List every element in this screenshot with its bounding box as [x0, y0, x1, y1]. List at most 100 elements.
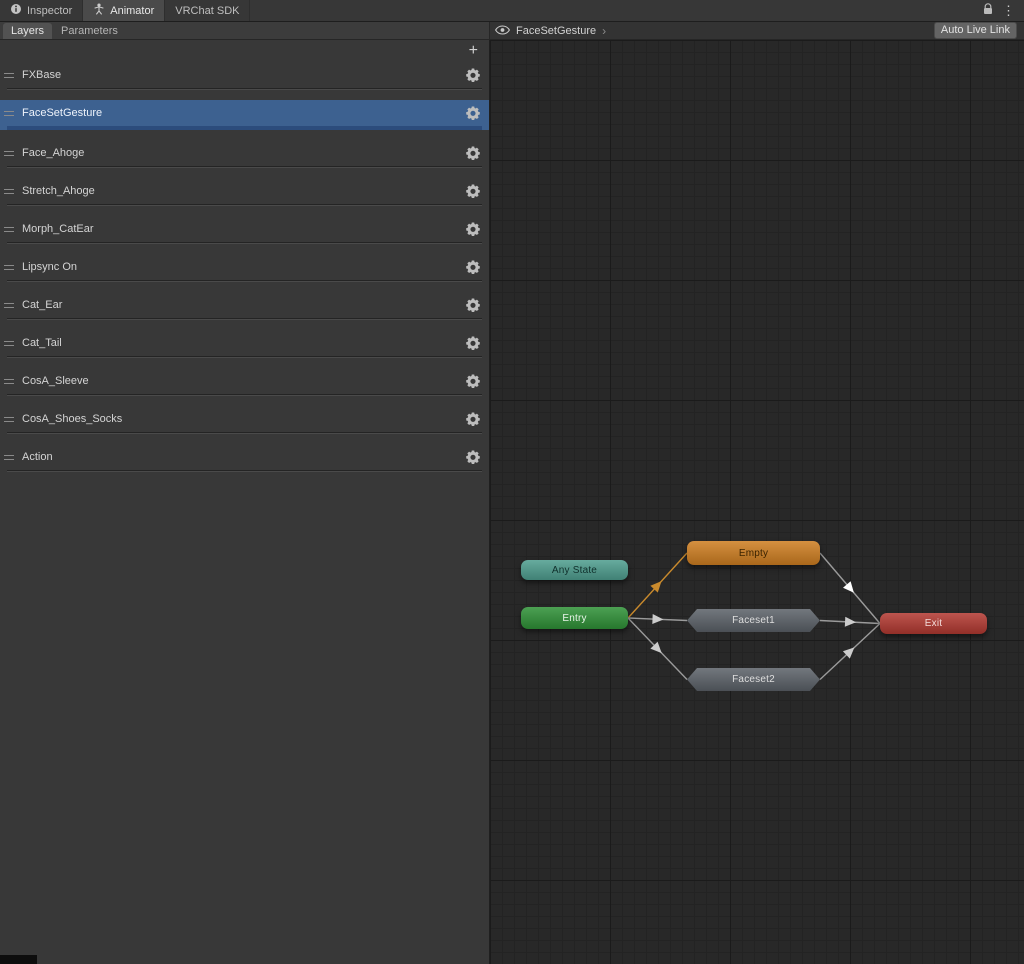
layer-label: Stretch_Ahoge — [22, 185, 95, 197]
transition-arrow-faceset1-to-exit[interactable] — [844, 616, 856, 627]
unity-animator-window: Inspector Animator VRChat SDK ⋮ Layers P… — [0, 0, 1024, 964]
gear-icon[interactable] — [466, 106, 480, 120]
layer-weight-slider[interactable] — [7, 470, 482, 472]
drag-handle-icon[interactable] — [4, 378, 14, 384]
animator-icon — [93, 3, 105, 18]
layer-weight-slider[interactable] — [7, 166, 482, 168]
layer-item-Lipsync On[interactable]: Lipsync On — [0, 254, 489, 282]
layer-label: CosA_Shoes_Socks — [22, 413, 123, 425]
drag-handle-icon[interactable] — [4, 188, 14, 194]
add-layer-button[interactable]: + — [469, 43, 478, 59]
gear-icon[interactable] — [466, 222, 480, 236]
layer-weight-slider[interactable] — [7, 432, 482, 434]
layers-list: FXBase FaceSetGesture Face_Ahoge Stretch… — [0, 62, 489, 964]
layer-row[interactable]: CosA_Sleeve — [0, 368, 489, 394]
window-tabbar: Inspector Animator VRChat SDK ⋮ — [0, 0, 1024, 22]
window-controls: ⋮ — [983, 0, 1024, 21]
auto-live-link-button[interactable]: Auto Live Link — [933, 22, 1017, 39]
chevron-right-icon: › — [602, 23, 607, 38]
layer-weight-slider[interactable] — [7, 318, 482, 320]
info-icon — [10, 3, 22, 18]
eye-icon[interactable] — [494, 22, 511, 40]
gear-icon[interactable] — [466, 184, 480, 198]
layer-row[interactable]: Cat_Ear — [0, 292, 489, 318]
layer-item-CosA_Shoes_Socks[interactable]: CosA_Shoes_Socks — [0, 406, 489, 434]
state-node-faceset2[interactable]: Faceset2 — [687, 668, 820, 691]
state-node-exit[interactable]: Exit — [880, 613, 987, 634]
drag-handle-icon[interactable] — [4, 150, 14, 156]
tab-inspector[interactable]: Inspector — [0, 0, 84, 21]
gear-icon[interactable] — [466, 68, 480, 82]
kebab-menu-icon[interactable]: ⋮ — [1002, 4, 1015, 17]
layer-label: CosA_Sleeve — [22, 375, 89, 387]
layer-item-Cat_Ear[interactable]: Cat_Ear — [0, 292, 489, 320]
layer-weight-slider[interactable] — [7, 88, 482, 90]
drag-handle-icon[interactable] — [4, 454, 14, 460]
lock-icon[interactable] — [983, 2, 993, 20]
layer-item-Morph_CatEar[interactable]: Morph_CatEar — [0, 216, 489, 244]
gear-icon[interactable] — [466, 260, 480, 274]
layer-label: FXBase — [22, 69, 62, 81]
drag-handle-icon[interactable] — [4, 72, 14, 78]
layer-row[interactable]: Face_Ahoge — [0, 140, 489, 166]
main-area: + FXBase FaceSetGesture Face_Ahoge Stret… — [0, 40, 1024, 964]
layer-row[interactable]: Cat_Tail — [0, 330, 489, 356]
drag-handle-icon[interactable] — [4, 302, 14, 308]
layer-item-FXBase[interactable]: FXBase — [0, 62, 489, 90]
gear-icon[interactable] — [466, 450, 480, 464]
state-node-entry[interactable]: Entry — [521, 607, 628, 629]
layer-weight-slider[interactable] — [7, 394, 482, 396]
layer-label: Cat_Ear — [22, 299, 63, 311]
layer-row[interactable]: FaceSetGesture — [0, 100, 489, 126]
parameters-tab[interactable]: Parameters — [53, 23, 126, 39]
layer-item-Stretch_Ahoge[interactable]: Stretch_Ahoge — [0, 178, 489, 206]
layer-weight-slider[interactable] — [7, 280, 482, 282]
layer-item-Action[interactable]: Action — [0, 444, 489, 472]
layer-weight-slider[interactable] — [7, 356, 482, 358]
layer-weight-slider[interactable] — [7, 126, 482, 130]
layer-label: Cat_Tail — [22, 337, 62, 349]
graph-canvas[interactable]: Any State Entry Empty Faceset1 Faceset2 Exit — [490, 40, 1024, 964]
layer-weight-slider[interactable] — [7, 204, 482, 206]
layer-row[interactable]: FXBase — [0, 62, 489, 88]
gear-icon[interactable] — [466, 298, 480, 312]
layers-panel: + FXBase FaceSetGesture Face_Ahoge Stret… — [0, 40, 490, 964]
state-node-faceset1[interactable]: Faceset1 — [687, 609, 820, 632]
tab-label: Animator — [110, 4, 155, 17]
layer-row[interactable]: CosA_Shoes_Socks — [0, 406, 489, 432]
bottom-left-strip — [0, 955, 37, 964]
drag-handle-icon[interactable] — [4, 226, 14, 232]
layer-label: Lipsync On — [22, 261, 78, 273]
layers-tab[interactable]: Layers — [3, 23, 53, 39]
tab-animator[interactable]: Animator — [83, 0, 166, 21]
gear-icon[interactable] — [466, 374, 480, 388]
layer-row[interactable]: Lipsync On — [0, 254, 489, 280]
state-node-any_state[interactable]: Any State — [521, 560, 628, 580]
layer-row[interactable]: Morph_CatEar — [0, 216, 489, 242]
breadcrumb[interactable]: FaceSetGesture — [516, 25, 596, 37]
drag-handle-icon[interactable] — [4, 340, 14, 346]
layer-row[interactable]: Action — [0, 444, 489, 470]
layer-row[interactable]: Stretch_Ahoge — [0, 178, 489, 204]
layers-panel-header: + — [0, 40, 489, 62]
tab-label: Inspector — [27, 4, 73, 17]
layer-item-CosA_Sleeve[interactable]: CosA_Sleeve — [0, 368, 489, 396]
layer-label: FaceSetGesture — [22, 107, 103, 119]
drag-handle-icon[interactable] — [4, 110, 14, 116]
layer-label: Morph_CatEar — [22, 223, 94, 235]
layer-label: Face_Ahoge — [22, 147, 85, 159]
tab-label: VRChat SDK — [175, 4, 240, 17]
sidebar-toolbar: Layers Parameters — [0, 22, 490, 39]
transition-arrow-entry-to-faceset1[interactable] — [652, 614, 664, 624]
layer-item-Cat_Tail[interactable]: Cat_Tail — [0, 330, 489, 358]
layer-item-Face_Ahoge[interactable]: Face_Ahoge — [0, 140, 489, 168]
tab-vrchat-sdk[interactable]: VRChat SDK — [165, 0, 251, 21]
layer-weight-slider[interactable] — [7, 242, 482, 244]
drag-handle-icon[interactable] — [4, 264, 14, 270]
layer-item-FaceSetGesture[interactable]: FaceSetGesture — [0, 100, 489, 130]
drag-handle-icon[interactable] — [4, 416, 14, 422]
state-node-empty[interactable]: Empty — [687, 541, 820, 565]
gear-icon[interactable] — [466, 412, 480, 426]
gear-icon[interactable] — [466, 336, 480, 350]
gear-icon[interactable] — [466, 146, 480, 160]
